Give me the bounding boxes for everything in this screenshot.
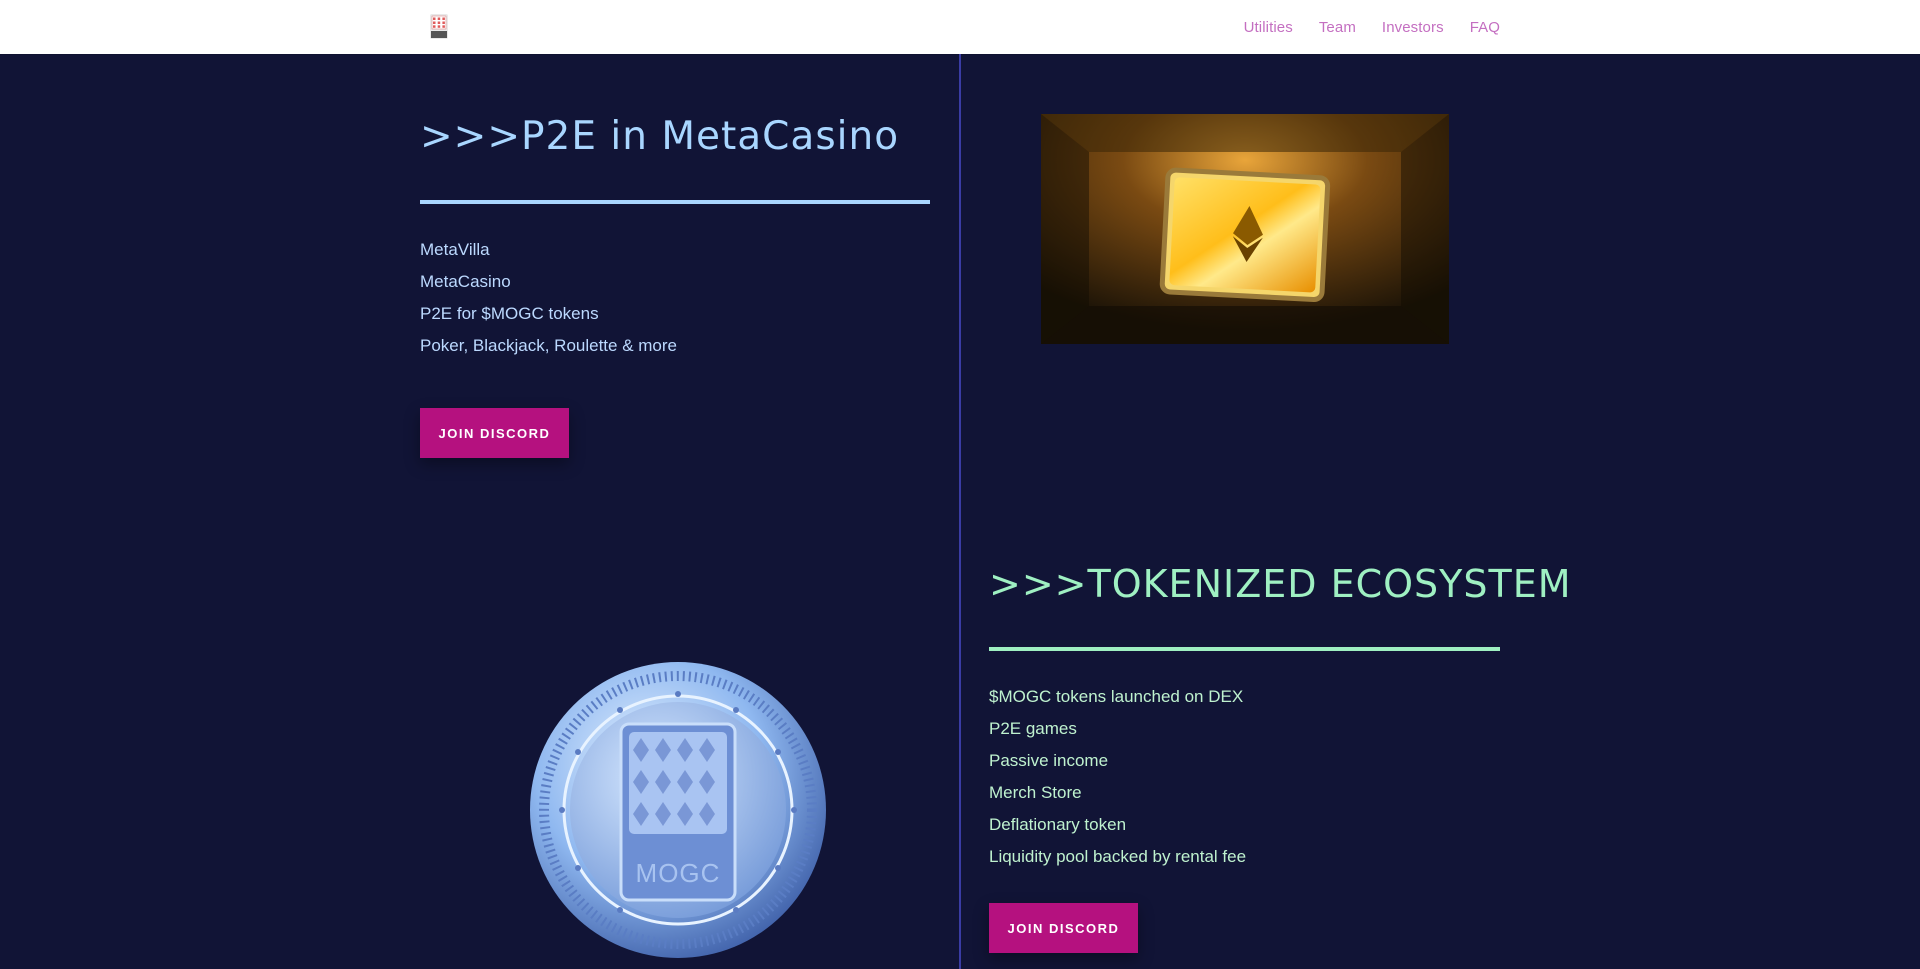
list-item: Liquidity pool backed by rental fee xyxy=(989,847,1247,866)
list-item: P2E games xyxy=(989,719,1077,738)
join-discord-button[interactable]: JOIN DISCORD xyxy=(420,408,569,458)
column-divider xyxy=(959,54,961,969)
list-item: $MOGC tokens launched on DEX xyxy=(989,687,1244,706)
casino-feature-list: MetaVilla MetaCasino P2E for $MOGC token… xyxy=(420,234,677,362)
list-item: Merch Store xyxy=(989,783,1082,802)
site-header: Utilities Team Investors FAQ xyxy=(0,0,1920,54)
casino-section-title: >>>P2E in MetaCasino xyxy=(420,114,900,159)
list-item: P2E for $MOGC tokens xyxy=(420,304,599,323)
ecosystem-feature-list: $MOGC tokens launched on DEX P2E games P… xyxy=(989,681,1246,873)
list-item: Passive income xyxy=(989,751,1109,770)
gold-vault-card-image xyxy=(1041,114,1449,344)
list-item: MetaCasino xyxy=(420,272,511,291)
list-item: Poker, Blackjack, Roulette & more xyxy=(420,336,678,355)
list-item: Deflationary token xyxy=(989,815,1127,834)
ecosystem-title-underline xyxy=(989,647,1500,651)
slot-machine-logo-icon[interactable] xyxy=(430,14,448,39)
main-nav: Utilities Team Investors FAQ xyxy=(1244,0,1500,54)
nav-link-investors[interactable]: Investors xyxy=(1382,19,1444,36)
nav-link-utilities[interactable]: Utilities xyxy=(1244,19,1293,36)
ecosystem-section-title: >>>TOKENIZED ECOSYSTEM xyxy=(989,562,1572,606)
coin-label: MOGC xyxy=(636,858,721,888)
nav-link-faq[interactable]: FAQ xyxy=(1470,19,1500,36)
join-discord-button[interactable]: JOIN DISCORD xyxy=(989,903,1138,953)
mogc-coin-image: MOGC xyxy=(530,662,826,958)
list-item: MetaVilla xyxy=(420,240,490,259)
nav-link-team[interactable]: Team xyxy=(1319,19,1356,36)
casino-title-underline xyxy=(420,200,930,204)
